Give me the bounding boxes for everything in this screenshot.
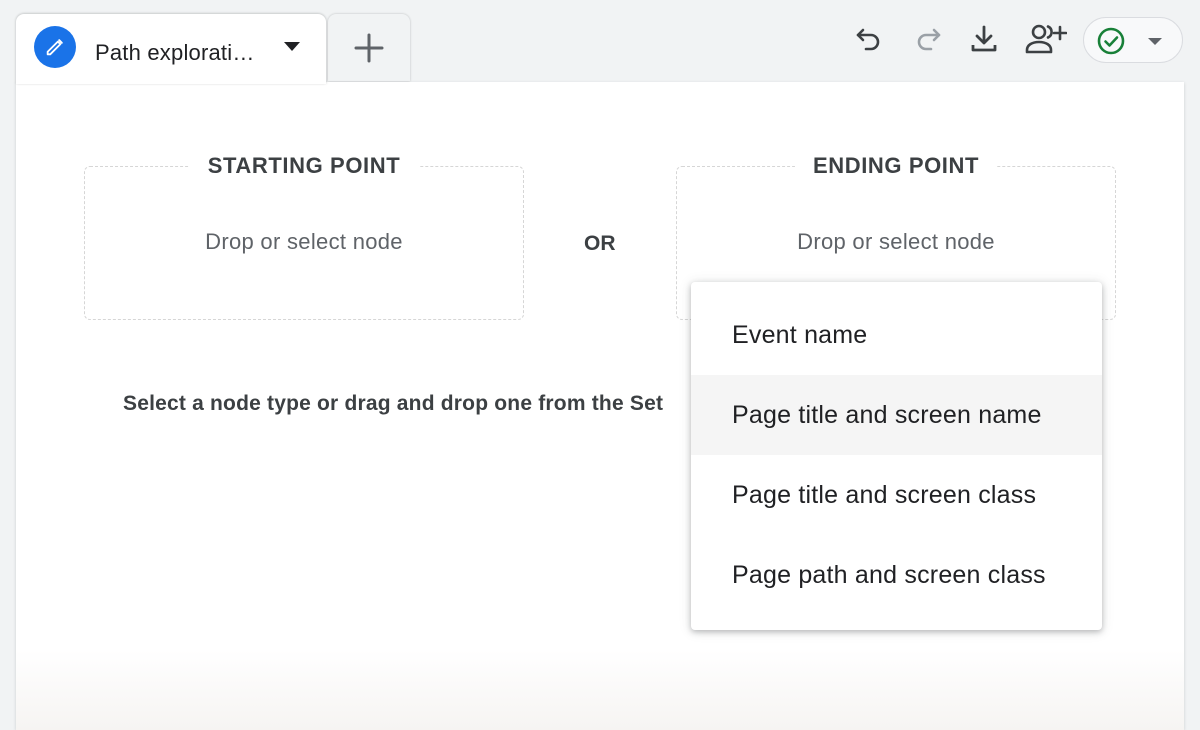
caret-down-icon (1148, 38, 1162, 45)
node-type-menu: Event name Page title and screen name Pa… (691, 282, 1102, 630)
or-label: OR (584, 232, 616, 255)
undo-button[interactable] (852, 22, 886, 56)
ending-point-label: ENDING POINT (794, 153, 998, 179)
starting-point-placeholder[interactable]: Drop or select node (85, 229, 523, 255)
redo-icon (917, 28, 941, 51)
add-tab-button[interactable] (328, 14, 410, 81)
undo-icon (856, 28, 880, 51)
ending-point-placeholder[interactable]: Drop or select node (677, 229, 1115, 255)
download-button[interactable] (967, 22, 1001, 56)
menu-item-page-title-screen-name[interactable]: Page title and screen name (691, 375, 1102, 455)
menu-item-event-name[interactable]: Event name (691, 295, 1102, 375)
check-circle-icon (1097, 27, 1125, 55)
save-status-button[interactable] (1083, 17, 1183, 63)
menu-item-page-path-screen-class[interactable]: Page path and screen class (691, 535, 1102, 615)
starting-point-dropzone[interactable]: STARTING POINT Drop or select node (84, 153, 524, 320)
share-user-icon (1025, 24, 1067, 54)
caret-down-icon[interactable] (284, 42, 300, 51)
share-button[interactable] (1024, 22, 1068, 56)
download-icon (971, 25, 997, 52)
plus-icon (354, 33, 384, 62)
starting-point-label: STARTING POINT (189, 153, 419, 179)
instructions-text: Select a node type or drag and drop one … (123, 392, 664, 415)
exploration-tab[interactable]: Path explorati… (16, 14, 326, 84)
tab-title: Path explorati… (95, 40, 255, 65)
menu-item-page-title-screen-class[interactable]: Page title and screen class (691, 455, 1102, 535)
redo-button[interactable] (911, 22, 945, 56)
pencil-icon[interactable] (34, 26, 76, 68)
